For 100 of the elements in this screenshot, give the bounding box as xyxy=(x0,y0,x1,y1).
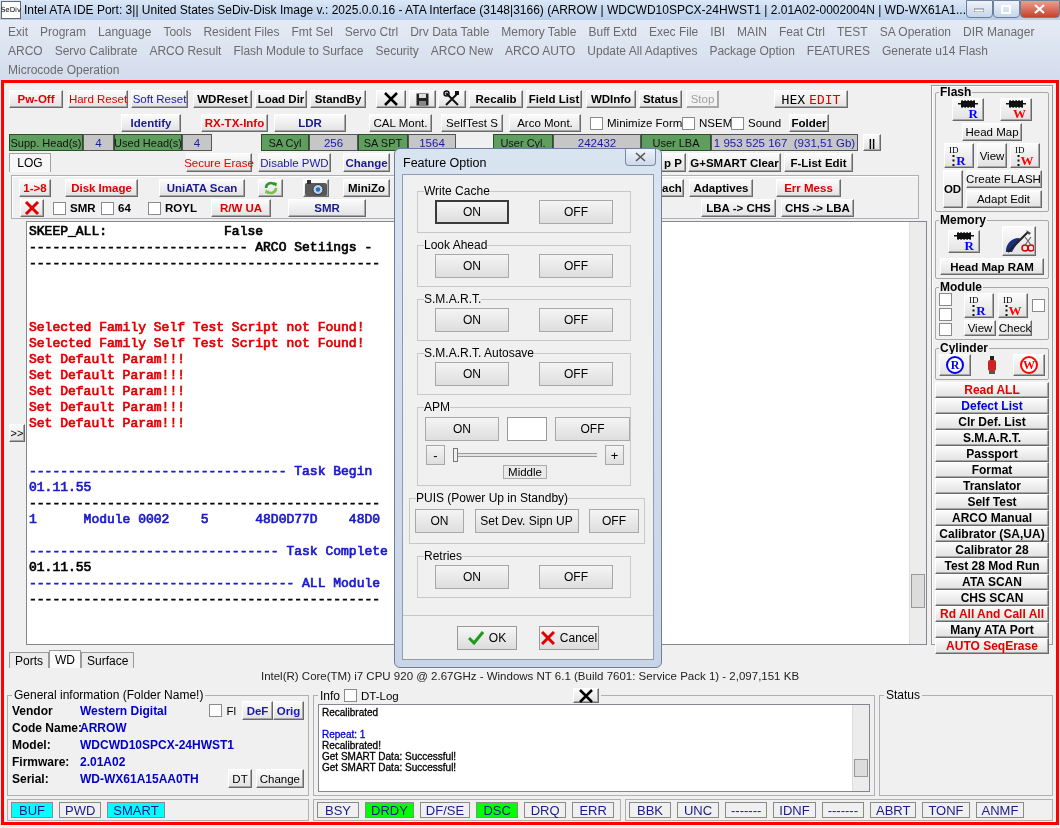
toolbar-button[interactable]: WDReset xyxy=(193,90,252,108)
id-button[interactable]: ID W xyxy=(1010,143,1040,168)
action-button[interactable]: Calibrator 28 xyxy=(935,542,1049,558)
dialog-button[interactable]: OFF xyxy=(539,200,613,224)
action-button[interactable]: Format xyxy=(935,462,1049,478)
hex-edit-button[interactable]: HEX EDIT xyxy=(774,90,848,108)
toolbar-button[interactable]: Hard Reset xyxy=(68,90,128,108)
menu-item[interactable]: FEATURES xyxy=(806,43,870,58)
menu-item[interactable]: Flash Module to Surface xyxy=(233,43,364,58)
ok-button[interactable]: OK xyxy=(457,625,517,650)
create-flash-button[interactable]: Create FLASH xyxy=(965,170,1042,188)
chip-button[interactable]: R xyxy=(952,98,984,121)
toolbar-button[interactable]: StandBy xyxy=(310,90,366,108)
menu-item[interactable]: Exec File xyxy=(648,24,699,39)
toolbar-button[interactable]: Adaptives xyxy=(689,179,753,197)
dialog-button[interactable]: OFF xyxy=(539,308,613,332)
menu-item[interactable]: Security xyxy=(375,43,419,58)
checkbox[interactable] xyxy=(53,201,66,215)
menu-item[interactable]: Servo Calibrate xyxy=(54,43,138,58)
id-button[interactable]: ID R xyxy=(964,293,994,318)
tab[interactable]: WD xyxy=(49,650,81,668)
action-button[interactable]: CHS SCAN xyxy=(935,590,1049,606)
refresh-button[interactable] xyxy=(258,179,283,197)
view-button[interactable]: View xyxy=(977,143,1007,168)
toolbar-button[interactable]: DT xyxy=(228,769,252,788)
action-button[interactable]: Test 28 Mod Run xyxy=(935,558,1049,574)
checkbox[interactable] xyxy=(939,293,952,306)
checkbox[interactable] xyxy=(939,323,952,336)
dialog-button[interactable]: ON xyxy=(435,308,509,332)
action-button[interactable]: Self Test xyxy=(935,494,1049,510)
menu-item[interactable]: TEST xyxy=(837,24,868,39)
cancel-button[interactable]: Cancel xyxy=(539,625,599,650)
action-button[interactable]: ARCO Manual xyxy=(935,510,1049,526)
checkbox[interactable] xyxy=(101,201,114,215)
toolbar-button[interactable]: F-List Edit xyxy=(784,153,853,172)
toolbar-button[interactable]: Change xyxy=(255,769,304,788)
menu-item[interactable]: Update All Adaptives xyxy=(587,43,698,58)
menu-item[interactable]: ARCO xyxy=(8,43,43,58)
menu-item[interactable]: ARCO AUTO xyxy=(504,43,576,58)
menu-item[interactable]: SA Operation xyxy=(879,24,952,39)
menu-item[interactable]: Exit xyxy=(8,24,28,39)
dialog-button[interactable]: OFF xyxy=(555,417,630,441)
checkbox[interactable] xyxy=(939,308,952,321)
toolbar-button[interactable]: WDInfo xyxy=(586,90,636,108)
menu-item[interactable]: Tools xyxy=(163,24,192,39)
menu-item[interactable]: ARCO New xyxy=(430,43,493,58)
toolbar-button[interactable]: Folder xyxy=(789,114,829,132)
toolbar-button[interactable]: Status xyxy=(639,90,682,108)
action-button[interactable]: Calibrator (SA,UA) xyxy=(935,526,1049,542)
toolbar-button[interactable]: CAL Mont. xyxy=(369,114,432,132)
camera-button[interactable] xyxy=(303,179,329,197)
toolbar-button[interactable]: Pw-Off xyxy=(9,90,63,108)
action-button[interactable]: S.M.A.R.T. xyxy=(935,430,1049,446)
toolbar-button[interactable]: p P xyxy=(660,153,686,172)
toolbar-button[interactable]: SelfTest S xyxy=(441,114,503,132)
dialog-button[interactable]: ON xyxy=(435,362,509,386)
write-button[interactable]: W xyxy=(1013,354,1045,376)
tool-button[interactable] xyxy=(1002,226,1036,256)
checkbox[interactable] xyxy=(209,704,223,717)
menu-item[interactable]: Microcode Operation xyxy=(8,62,120,77)
minimize-button[interactable] xyxy=(965,0,993,18)
expand-button[interactable]: >> xyxy=(9,424,25,442)
action-button[interactable]: Rd All And Call All xyxy=(935,606,1049,622)
checkbox[interactable] xyxy=(590,116,603,130)
toolbar-button[interactable]: LBA -> CHS xyxy=(701,199,776,217)
dialog-button[interactable]: ON xyxy=(435,200,509,224)
toolbar-button[interactable]: DeF xyxy=(242,701,273,720)
action-button[interactable]: Many ATA Port xyxy=(935,622,1049,638)
toolbar-button[interactable]: CHS -> LBA xyxy=(781,199,854,217)
menu-item[interactable]: DIR Manager xyxy=(963,24,1035,39)
action-button[interactable]: AUTO SeqErase xyxy=(935,638,1049,654)
toolbar-button[interactable]: Identify xyxy=(121,114,181,132)
close-button[interactable] xyxy=(625,149,656,166)
menu-item[interactable]: Memory Table xyxy=(501,24,577,39)
tab[interactable]: Ports xyxy=(9,652,49,668)
menu-item[interactable]: Fmt Sel xyxy=(291,24,333,39)
toolbar-button[interactable]: UniATA Scan xyxy=(159,179,245,197)
action-button[interactable]: Read ALL xyxy=(935,382,1049,398)
dialog-button[interactable]: ON xyxy=(415,509,464,533)
tab[interactable]: Surface xyxy=(81,652,135,668)
toolbar-button[interactable]: ach xyxy=(660,179,684,197)
decrease-button[interactable]: - xyxy=(426,445,445,465)
checkbox[interactable] xyxy=(682,116,695,130)
toolbar-button[interactable]: MiniZo xyxy=(343,179,390,197)
toolbar-button[interactable]: Orig xyxy=(273,701,304,720)
delete-button[interactable] xyxy=(20,199,44,217)
tab[interactable]: LOG xyxy=(9,153,51,172)
dialog-button[interactable]: Set Dev. Sipn UP xyxy=(474,509,579,533)
save-button[interactable] xyxy=(409,90,436,108)
od-button[interactable]: OD xyxy=(942,170,963,208)
action-button[interactable]: Defect List xyxy=(935,398,1049,414)
toolbar-button[interactable]: Disable PWD xyxy=(258,153,331,172)
menu-item[interactable]: Resident Files xyxy=(203,24,280,39)
head-map-button[interactable]: Head Map xyxy=(962,123,1022,141)
menu-item[interactable]: MAIN xyxy=(736,24,767,39)
input-field[interactable] xyxy=(507,417,547,441)
toolbar-button[interactable]: Field List xyxy=(526,90,582,108)
checkbox[interactable] xyxy=(1032,299,1045,312)
toolbar-button[interactable]: Change xyxy=(343,153,390,172)
action-button[interactable]: Passport xyxy=(935,446,1049,462)
